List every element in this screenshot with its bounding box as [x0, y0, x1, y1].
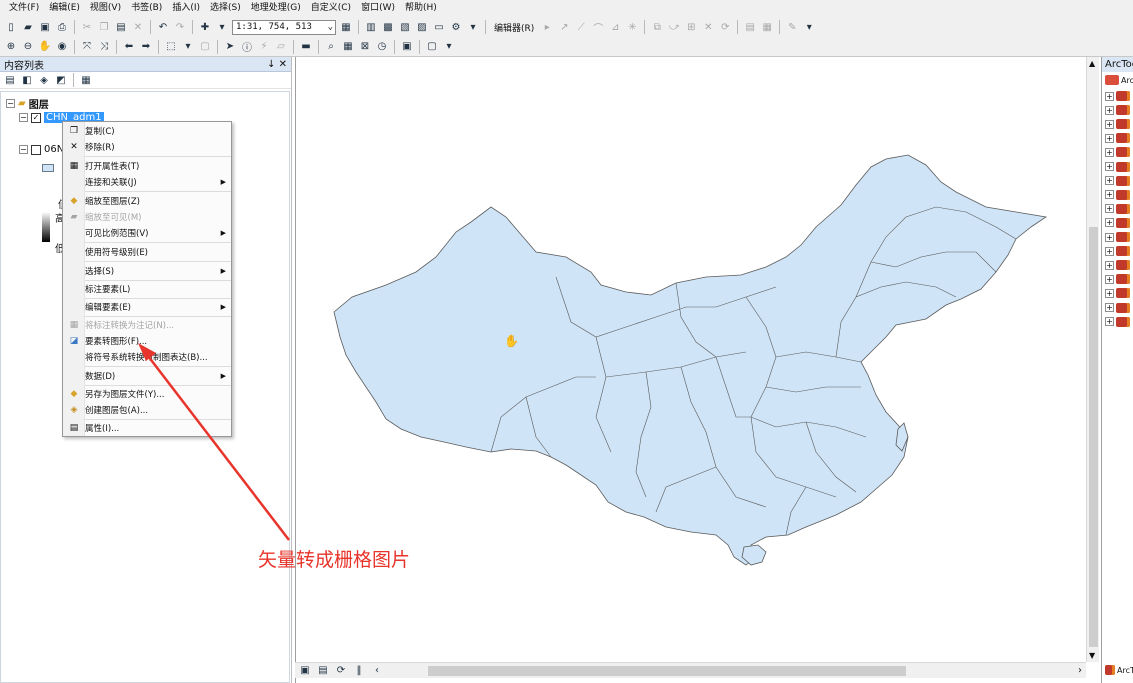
- annotation-overlay: [138, 343, 290, 541]
- annotation-arrow-line: [144, 351, 290, 541]
- annotation-text: 矢量转成栅格图片: [258, 549, 411, 571]
- annotation-arrowhead-icon: [138, 343, 156, 361]
